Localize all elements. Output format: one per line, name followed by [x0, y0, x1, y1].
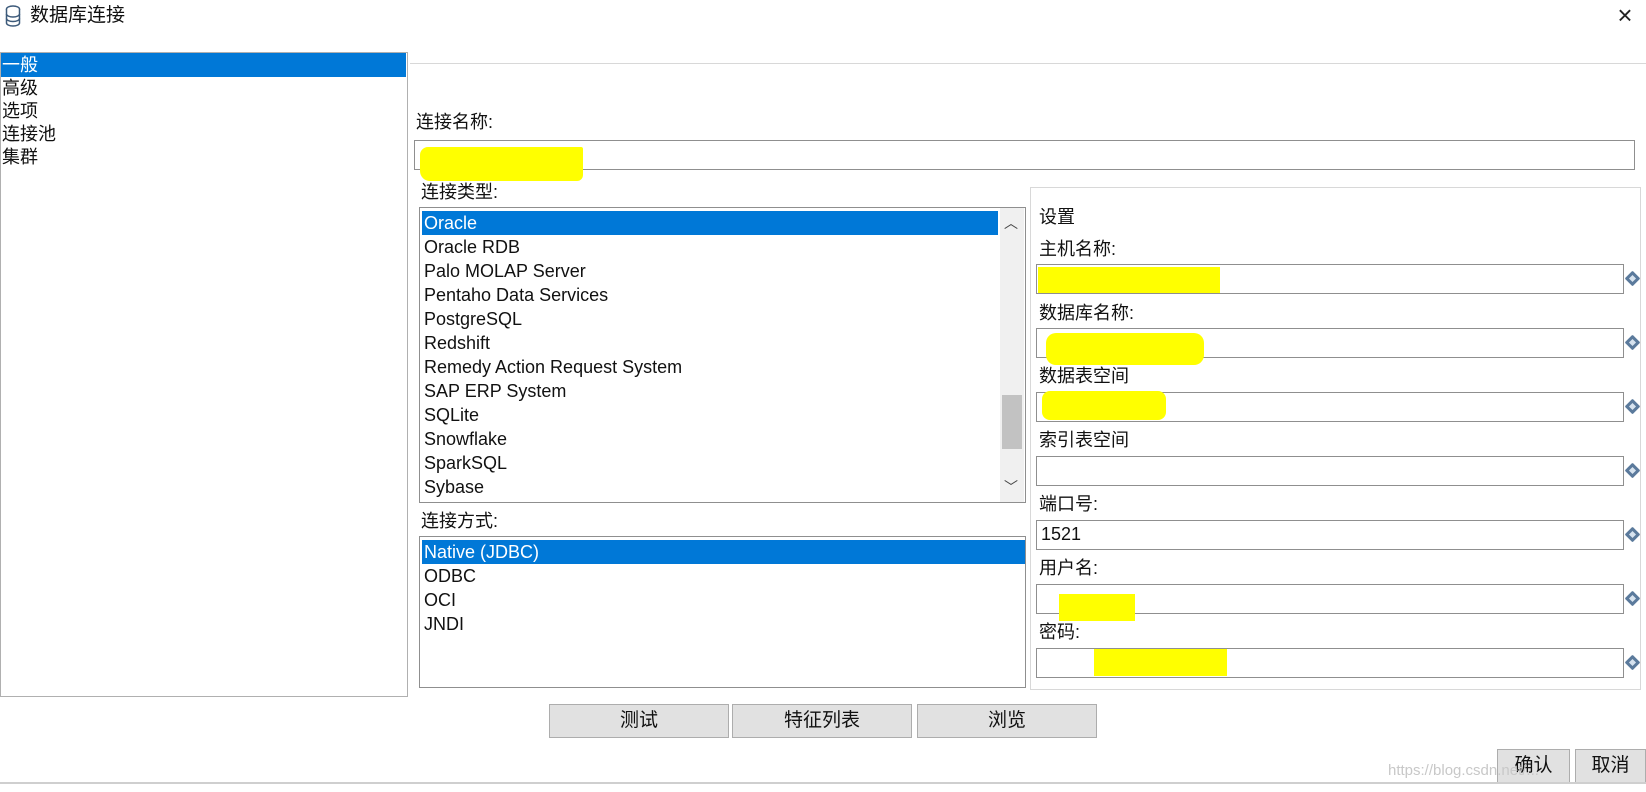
category-list: 一般 高级 选项 连接池 集群 [0, 52, 408, 697]
redaction-highlight [420, 147, 583, 181]
scroll-up-icon[interactable]: ︿ [1000, 212, 1022, 234]
redaction-highlight [1038, 267, 1220, 293]
settings-title: 设置 [1039, 207, 1075, 227]
list-scrollbar[interactable]: ︿ ﹀ [1000, 208, 1024, 502]
cancel-button[interactable]: 取消 [1575, 749, 1646, 783]
list-item[interactable]: Snowflake [422, 427, 507, 451]
index-tablespace-input[interactable] [1036, 456, 1624, 486]
list-item[interactable]: Sybase [422, 475, 484, 499]
list-item[interactable]: Palo MOLAP Server [422, 259, 586, 283]
list-item[interactable]: Redshift [422, 331, 490, 355]
list-item[interactable]: PostgreSQL [422, 307, 522, 331]
database-name-label: 数据库名称: [1039, 303, 1135, 323]
list-item[interactable]: OCI [422, 588, 456, 612]
nav-item-options[interactable]: 选项 [1, 99, 406, 123]
port-label: 端口号: [1039, 494, 1099, 514]
data-tablespace-label: 数据表空间 [1039, 366, 1129, 386]
title-bar: 数据库连接 × [0, 0, 1646, 34]
list-item[interactable]: ODBC [422, 564, 476, 588]
connection-type-list[interactable]: Oracle Oracle RDB Palo MOLAP Server Pent… [419, 207, 1026, 503]
redaction-highlight [1046, 333, 1204, 365]
divider [0, 782, 1646, 784]
list-item[interactable]: Oracle RDB [422, 235, 520, 259]
database-icon [5, 5, 21, 27]
connection-type-label: 连接类型: [421, 182, 499, 202]
redaction-highlight [1059, 594, 1135, 621]
list-item[interactable]: Remedy Action Request System [422, 355, 682, 379]
nav-item-clustering[interactable]: 集群 [1, 145, 406, 169]
username-label: 用户名: [1039, 558, 1099, 578]
window-title: 数据库连接 [30, 5, 126, 26]
explore-button[interactable]: 浏览 [917, 704, 1097, 738]
nav-item-general[interactable]: 一般 [1, 53, 406, 77]
password-label: 密码: [1039, 622, 1081, 642]
access-method-list[interactable]: Native (JDBC) ODBC OCI JNDI [419, 536, 1026, 688]
list-item[interactable]: Oracle [422, 211, 998, 235]
connection-name-input[interactable] [414, 140, 1635, 170]
port-input[interactable]: 1521 [1036, 520, 1624, 550]
watermark: https://blog.csdn.net/... [1388, 762, 1539, 779]
list-item[interactable]: Pentaho Data Services [422, 283, 608, 307]
redaction-highlight [1042, 391, 1166, 420]
redaction-highlight [1094, 649, 1227, 676]
list-item[interactable]: Native (JDBC) [422, 540, 1025, 564]
index-tablespace-label: 索引表空间 [1039, 430, 1129, 450]
nav-item-pooling[interactable]: 连接池 [1, 122, 406, 146]
access-method-label: 连接方式: [421, 511, 499, 531]
connection-name-label: 连接名称: [416, 112, 494, 132]
list-item[interactable]: SAP ERP System [422, 379, 566, 403]
list-item[interactable]: SQLite [422, 403, 479, 427]
nav-item-advanced[interactable]: 高级 [1, 76, 406, 100]
scroll-down-icon[interactable]: ﹀ [1000, 476, 1022, 498]
scrollbar-thumb[interactable] [1002, 395, 1022, 449]
close-icon[interactable]: × [1614, 2, 1636, 28]
list-item[interactable]: SparkSQL [422, 451, 507, 475]
feature-list-button[interactable]: 特征列表 [732, 704, 912, 738]
list-item[interactable]: JNDI [422, 612, 464, 636]
test-button[interactable]: 测试 [549, 704, 729, 738]
host-name-label: 主机名称: [1039, 239, 1117, 259]
